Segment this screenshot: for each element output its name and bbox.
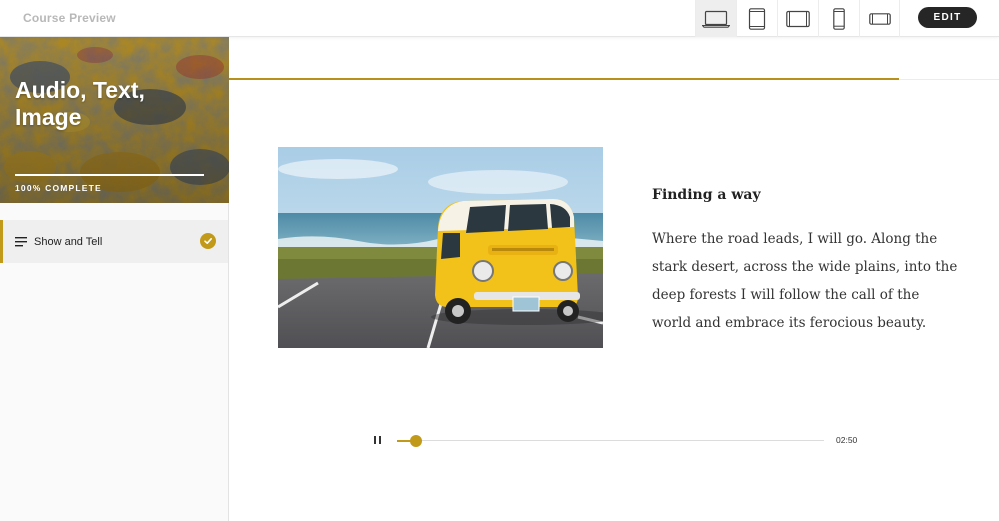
course-sidebar: Audio, Text, Image 100% COMPLETE Show an… [0, 37, 229, 521]
course-progress-bar [15, 174, 204, 176]
audio-player: 02:50 [369, 430, 869, 450]
lesson-image [278, 147, 603, 348]
course-progress-fill [15, 174, 204, 176]
lesson-list-icon [15, 236, 27, 246]
phone-portrait-icon [833, 7, 845, 30]
audio-seek-handle[interactable] [410, 434, 423, 447]
device-desktop-button[interactable] [695, 0, 736, 37]
app-title: Course Preview [23, 11, 116, 25]
edit-button[interactable]: EDIT [918, 7, 977, 28]
lesson-heading: Finding a way [652, 187, 761, 203]
pause-icon [374, 436, 376, 444]
lesson-content: Finding a way Where the road leads, I wi… [229, 37, 999, 521]
lesson-item-show-and-tell[interactable]: Show and Tell [0, 220, 228, 263]
course-title: Audio, Text, Image [15, 77, 145, 130]
course-progress-label: 100% COMPLETE [15, 183, 102, 193]
tablet-portrait-icon [748, 7, 766, 30]
lesson-body-text: Where the road leads, I will go. Along t… [652, 231, 958, 331]
course-header: Audio, Text, Image 100% COMPLETE [0, 37, 229, 203]
device-tablet-landscape-button[interactable] [777, 0, 818, 37]
device-phone-portrait-button[interactable] [818, 0, 859, 37]
device-tablet-portrait-button[interactable] [736, 0, 777, 37]
device-preview-switcher [695, 0, 900, 37]
lesson-item-label: Show and Tell [34, 235, 103, 248]
lesson-progress-bar [229, 78, 899, 80]
pause-button[interactable] [373, 435, 383, 445]
phone-landscape-icon [868, 12, 891, 25]
laptop-icon [702, 10, 730, 28]
lesson-complete-check-icon [200, 233, 216, 249]
tablet-landscape-icon [786, 10, 810, 27]
audio-seek-bar[interactable] [397, 434, 824, 447]
top-bar: Course Preview EDIT [0, 0, 999, 37]
device-phone-landscape-button[interactable] [859, 0, 900, 37]
audio-duration: 02:50 [836, 435, 858, 445]
